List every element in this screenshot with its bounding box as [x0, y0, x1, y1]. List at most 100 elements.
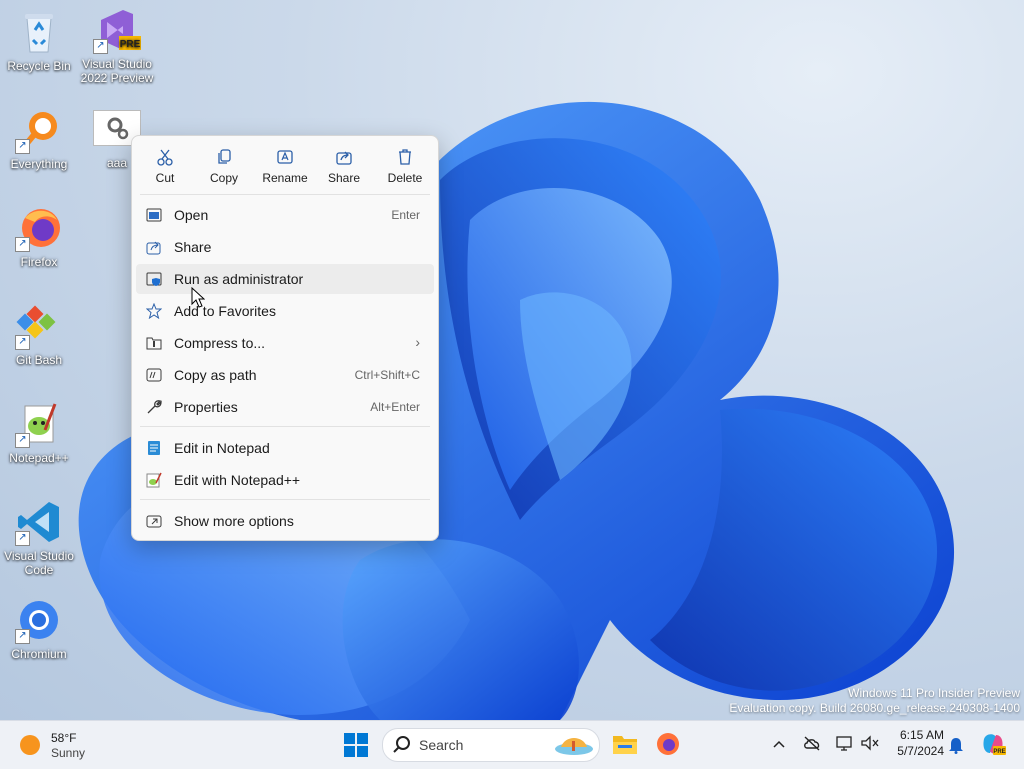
- git-bash-icon: ↗: [15, 302, 63, 350]
- menu-item-label: Share: [174, 239, 212, 255]
- search-highlight-icon: [555, 738, 593, 755]
- shortcut-arrow-icon: ↗: [93, 39, 108, 54]
- recycle-bin-icon: [15, 8, 63, 56]
- rename-button[interactable]: Rename: [256, 144, 314, 192]
- menu-item-label: Show more options: [174, 513, 294, 529]
- desktop-icon-git-bash[interactable]: ↗ Git Bash: [0, 302, 78, 367]
- menu-item-properties[interactable]: Properties Alt+Enter: [136, 392, 434, 422]
- desktop-icon-label: Chromium: [11, 647, 67, 661]
- weather-temp: 58°F: [51, 731, 77, 745]
- windows-logo-icon: [344, 733, 368, 757]
- clock[interactable]: 6:15 AM 5/7/2024: [890, 728, 944, 758]
- clock-date: 5/7/2024: [897, 744, 944, 758]
- desktop-icon-chromium[interactable]: ↗ Chromium: [0, 596, 78, 661]
- shortcut-arrow-icon: ↗: [15, 433, 30, 448]
- star-icon: [146, 303, 162, 319]
- open-window-icon: [146, 208, 162, 222]
- menu-item-edit-with-notepad-plus-plus[interactable]: Edit with Notepad++: [136, 465, 434, 495]
- menu-item-add-to-favorites[interactable]: Add to Favorites: [136, 296, 434, 326]
- cut-button[interactable]: Cut: [136, 144, 194, 192]
- share-button[interactable]: Share: [315, 144, 373, 192]
- everything-search-icon: ↗: [15, 106, 63, 154]
- desktop-icon-firefox[interactable]: ↗ Firefox: [0, 204, 78, 269]
- firefox-icon: ↗: [15, 204, 63, 252]
- cloud-offline-icon: [804, 736, 820, 751]
- shortcut-arrow-icon: ↗: [15, 629, 30, 644]
- show-hidden-icons-chevron[interactable]: [772, 737, 786, 756]
- weather-condition: Sunny: [51, 746, 86, 760]
- clock-time: 6:15 AM: [899, 728, 944, 742]
- menu-item-edit-in-notepad[interactable]: Edit in Notepad: [136, 433, 434, 463]
- rename-label: Rename: [262, 171, 308, 185]
- mouse-cursor-icon: [191, 287, 205, 308]
- menu-item-open[interactable]: Open Enter: [136, 200, 434, 230]
- share-icon: [336, 151, 352, 165]
- copy-icon: [218, 149, 231, 164]
- menu-item-label: Properties: [174, 399, 238, 415]
- rename-icon: [277, 150, 293, 164]
- copilot-icon: PRE: [983, 734, 1006, 755]
- cut-label: Cut: [155, 171, 175, 185]
- wrench-icon: [147, 400, 162, 414]
- copilot-button[interactable]: PRE: [980, 731, 1006, 762]
- copy-label: Copy: [209, 171, 238, 185]
- delete-button[interactable]: Delete: [376, 144, 434, 192]
- menu-item-label: Compress to...: [174, 335, 266, 351]
- desktop-icon-everything[interactable]: ↗ Everything: [0, 106, 78, 171]
- delete-label: Delete: [387, 171, 423, 185]
- path-icon: [146, 368, 162, 382]
- scissors-icon: [157, 149, 173, 166]
- share-label: Share: [327, 171, 361, 185]
- notepad-icon: [148, 441, 160, 455]
- desktop-icon-label: Visual Studio Code: [4, 549, 74, 577]
- menu-item-show-more-options[interactable]: Show more options: [136, 506, 434, 536]
- volume-tray-icon[interactable]: [861, 735, 879, 756]
- pre-badge: PRE: [120, 39, 141, 50]
- menu-item-shortcut: Ctrl+Shift+C: [354, 368, 420, 382]
- chevron-up-icon: [773, 740, 785, 748]
- menu-item-label: Edit with Notepad++: [174, 472, 301, 488]
- search-placeholder: Search: [419, 737, 464, 753]
- file-explorer-taskbar-button[interactable]: [612, 733, 638, 760]
- desktop-icon-label: Notepad++: [9, 451, 69, 465]
- more-options-icon: [146, 515, 162, 528]
- copy-button[interactable]: Copy: [195, 144, 253, 192]
- desktop-icon-label: Recycle Bin: [7, 59, 71, 73]
- desktop-icon-notepad-plus-plus[interactable]: ↗ Notepad++: [0, 400, 78, 465]
- menu-item-label: Add to Favorites: [174, 303, 276, 319]
- desktop-icon-label: Firefox: [20, 255, 58, 269]
- menu-separator: [140, 194, 430, 195]
- watermark-edition: Windows 11 Pro Insider Preview: [848, 686, 1020, 700]
- firefox-taskbar-button[interactable]: [656, 732, 680, 761]
- weather-widget[interactable]: 58°F Sunny: [18, 729, 128, 761]
- shield-icon: [146, 272, 162, 286]
- desktop-icon-visual-studio-code[interactable]: ↗ Visual Studio Code: [0, 498, 78, 577]
- desktop-icon-label: Git Bash: [15, 353, 63, 367]
- onedrive-tray-icon[interactable]: [803, 735, 821, 756]
- menu-item-share[interactable]: Share: [136, 232, 434, 262]
- menu-item-compress-to[interactable]: Compress to... ›: [136, 328, 434, 358]
- firefox-icon: [657, 733, 679, 755]
- menu-item-shortcut: Alt+Enter: [370, 400, 420, 414]
- desktop-icon-visual-studio-2022-preview[interactable]: PRE ↗ Visual Studio 2022 Preview: [78, 6, 156, 85]
- share-icon: [146, 241, 161, 255]
- trash-icon: [399, 149, 411, 165]
- notifications-button[interactable]: [948, 736, 964, 759]
- menu-item-copy-as-path[interactable]: Copy as path Ctrl+Shift+C: [136, 360, 434, 390]
- shortcut-arrow-icon: ↗: [15, 335, 30, 350]
- menu-separator: [140, 499, 430, 500]
- menu-separator: [140, 426, 430, 427]
- notepad-plus-plus-icon: ↗: [15, 400, 63, 448]
- network-tray-icon[interactable]: [836, 735, 854, 756]
- svg-text:PRE: PRE: [993, 749, 1005, 755]
- taskbar: 58°F Sunny Search 6:15 AM 5/7/2024 PRE: [0, 720, 1024, 769]
- desktop-icon-recycle-bin[interactable]: Recycle Bin: [0, 8, 78, 73]
- context-menu: Cut Copy Rename Share Delete Open Enter …: [131, 135, 439, 541]
- taskbar-search-box[interactable]: Search: [382, 728, 600, 762]
- menu-item-run-as-administrator[interactable]: Run as administrator: [136, 264, 434, 294]
- sun-icon: [20, 735, 40, 755]
- notepadpp-icon: [146, 472, 162, 488]
- start-button[interactable]: [344, 733, 368, 762]
- menu-item-label: Open: [174, 207, 209, 223]
- menu-item-label: Copy as path: [174, 367, 257, 383]
